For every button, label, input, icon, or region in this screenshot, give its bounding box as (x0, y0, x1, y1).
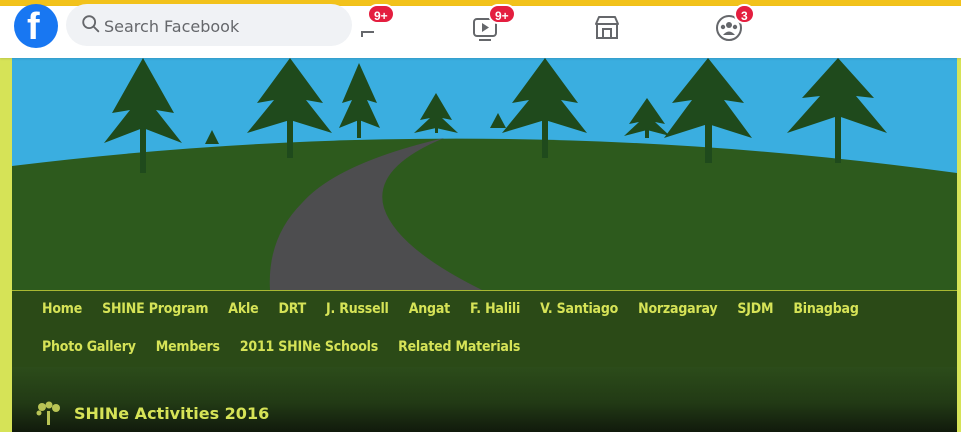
nav-home[interactable]: Home (42, 301, 82, 317)
website-frame: Home SHINE Program Akle DRT J. Russell A… (12, 58, 957, 432)
search-input[interactable] (102, 10, 336, 42)
search-icon (82, 15, 100, 33)
tree-icon (36, 401, 60, 425)
content-area: SHINe Activities 2016 (12, 367, 957, 432)
nav-akle[interactable]: Akle (228, 301, 258, 317)
nav-drt[interactable]: DRT (278, 301, 306, 317)
nav-norzagaray[interactable]: Norzagaray (638, 301, 717, 317)
landscape-banner (12, 58, 957, 290)
watch-badge: 9+ (488, 4, 516, 24)
nav-v-santiago[interactable]: V. Santiago (540, 301, 618, 317)
site-navigation: Home SHINE Program Akle DRT J. Russell A… (12, 290, 957, 368)
nav-j-russell[interactable]: J. Russell (326, 301, 389, 317)
groups-badge: 3 (734, 4, 755, 24)
nav-binagbag[interactable]: Binagbag (793, 301, 859, 317)
post-heading[interactable]: SHINe Activities 2016 (34, 401, 269, 425)
nav-angat[interactable]: Angat (409, 301, 450, 317)
facebook-logo-letter: f (27, 6, 40, 48)
website-background: Home SHINE Program Akle DRT J. Russell A… (0, 58, 961, 432)
nav-f-halili[interactable]: F. Halili (470, 301, 520, 317)
nav-2011-shine-schools[interactable]: 2011 SHINe Schools (240, 339, 378, 355)
nav-members[interactable]: Members (156, 339, 220, 355)
facebook-logo[interactable]: f (14, 4, 58, 48)
nav-sjdm[interactable]: SJDM (737, 301, 773, 317)
nav-photo-gallery[interactable]: Photo Gallery (42, 339, 136, 355)
post-title: SHINe Activities 2016 (74, 403, 270, 423)
marketplace-nav-button[interactable] (590, 10, 624, 44)
search-box[interactable] (66, 4, 352, 46)
nav-related-materials[interactable]: Related Materials (398, 339, 520, 355)
pages-badge: 9+ (367, 4, 395, 24)
nav-shine-program[interactable]: SHINE Program (102, 301, 208, 317)
nav-row-1: Home SHINE Program Akle DRT J. Russell A… (42, 301, 942, 317)
facebook-top-bar: f 9+ 9+ 3 (0, 4, 961, 58)
nav-row-2: Photo Gallery Members 2011 SHINe Schools… (42, 339, 942, 355)
marketplace-icon (595, 16, 619, 39)
